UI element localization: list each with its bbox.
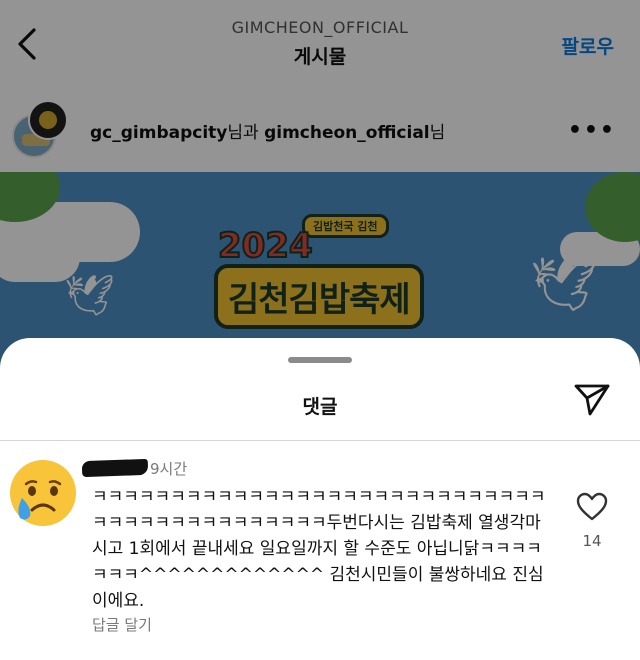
comment-time: 9시간 (150, 460, 188, 478)
reply-button[interactable]: 답글 달기 (92, 614, 152, 635)
redacted-username (81, 458, 149, 478)
share-button[interactable] (572, 382, 612, 418)
comment-item: 9시간 ㅋㅋㅋㅋㅋㅋㅋㅋㅋㅋㅋㅋㅋㅋㅋㅋㅋㅋㅋㅋㅋㅋㅋㅋㅋㅋㅋㅋㅋㅋㅋㅋㅋㅋㅋㅋ… (0, 456, 640, 660)
drag-handle[interactable] (288, 357, 352, 363)
like-count: 14 (582, 532, 602, 550)
commenter-avatar[interactable] (8, 458, 78, 528)
heart-outline-icon (576, 492, 608, 521)
crying-face-emoji-icon (10, 460, 76, 526)
like-button[interactable] (576, 492, 608, 522)
comment-text: ㅋㅋㅋㅋㅋㅋㅋㅋㅋㅋㅋㅋㅋㅋㅋㅋㅋㅋㅋㅋㅋㅋㅋㅋㅋㅋㅋㅋㅋㅋㅋㅋㅋㅋㅋㅋㅋㅋㅋㅋ… (92, 487, 546, 611)
comments-title: 댓글 (302, 396, 338, 418)
divider (0, 440, 640, 441)
send-icon (574, 384, 610, 416)
comments-sheet: 댓글 9시간 ㅋㅋㅋㅋㅋㅋㅋㅋㅋㅋㅋㅋㅋㅋㅋㅋㅋㅋㅋㅋㅋㅋㅋㅋㅋㅋㅋㅋㅋㅋㅋㅋㅋ… (0, 338, 640, 660)
